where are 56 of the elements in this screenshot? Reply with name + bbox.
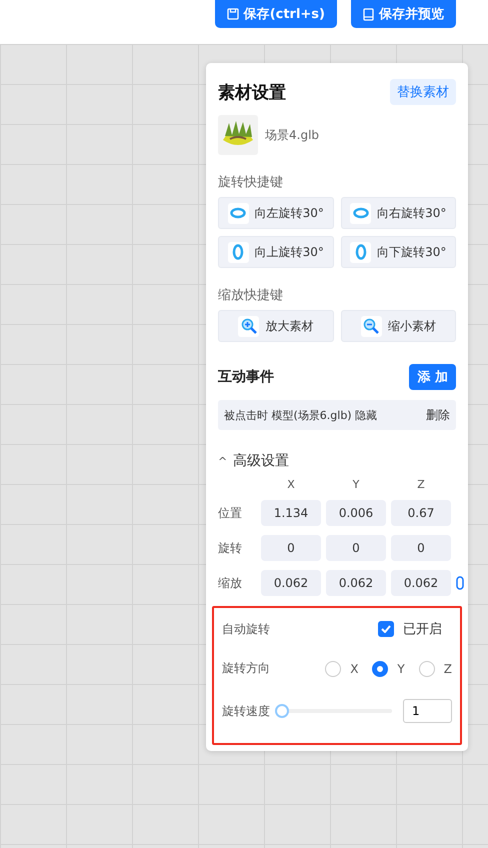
speed-field[interactable]: 1 (403, 699, 452, 723)
value-field[interactable]: 0 (391, 535, 451, 561)
asset-name: 场景4.glb (265, 126, 320, 144)
toolbar-button[interactable]: 保存并预览 (351, 0, 456, 28)
value-field[interactable]: 0.062 (391, 570, 451, 596)
auto-rotate-checkbox[interactable]: 已开启 (378, 620, 442, 638)
value-field[interactable]: 0 (261, 535, 321, 561)
model-thumbnail (218, 115, 258, 155)
replace-button[interactable]: 替换素材 (390, 79, 456, 105)
rotate-button[interactable]: 向上旋转30° (218, 236, 334, 268)
event-text: 被点击时 模型(场景6.glb) 隐藏 (224, 408, 378, 422)
radio-option[interactable]: Z (418, 660, 452, 676)
value-field[interactable]: 0.006 (326, 500, 386, 526)
value-field[interactable]: 0.062 (326, 570, 386, 596)
rotate-icon (230, 205, 246, 221)
zoom-button[interactable]: 放大素材 (218, 310, 334, 342)
setting-label: 自动旋转 (222, 620, 270, 638)
section-title: 互动事件 (218, 368, 274, 386)
add-button[interactable]: 添 加 (409, 364, 456, 390)
rotate-button[interactable]: 向下旋转30° (340, 236, 456, 268)
rotate-icon (352, 205, 369, 221)
column-header: Z (416, 478, 426, 491)
row-label: 缩放 (218, 574, 243, 592)
checkbox[interactable] (378, 621, 394, 637)
row-label: 旋转 (218, 540, 243, 556)
zoom-in-icon (240, 318, 257, 334)
radio-button[interactable] (325, 660, 342, 676)
zoom-out-icon (363, 318, 380, 334)
row-label: 位置 (218, 504, 243, 522)
slider-thumb[interactable] (275, 704, 289, 718)
rotate-button[interactable]: 向右旋转30° (340, 197, 456, 229)
value-field[interactable]: 0.67 (391, 500, 451, 526)
rotate-button[interactable]: 向左旋转30° (218, 197, 334, 229)
setting-label: 旋转方向 (222, 660, 270, 677)
zoom-button[interactable]: 缩小素材 (340, 310, 456, 342)
radio-button[interactable] (418, 660, 435, 676)
toolbar-button[interactable]: 保存(ctrl+s) (214, 0, 337, 28)
panel-title: 素材设置 (218, 82, 286, 104)
radio-button[interactable] (372, 660, 388, 676)
phone-icon (363, 8, 374, 20)
section-title: 高级设置 (233, 452, 290, 470)
section-label: 缩放快捷键 (218, 287, 284, 304)
radio-option[interactable]: X (325, 660, 358, 676)
radio-option[interactable]: Y (372, 660, 405, 676)
save-icon (226, 8, 239, 20)
link-icon[interactable] (456, 576, 464, 590)
collapse-toggle[interactable]: ^ (218, 454, 228, 468)
value-field[interactable]: 0.062 (261, 570, 321, 596)
column-header: Y (352, 478, 360, 491)
setting-label: 旋转速度 (222, 702, 270, 720)
column-header: X (286, 478, 296, 491)
value-field[interactable]: 1.134 (261, 500, 321, 526)
check-icon (381, 625, 391, 633)
value-field[interactable]: 0 (326, 535, 386, 561)
delete-button[interactable]: 删除 (426, 406, 450, 424)
section-label: 旋转快捷键 (218, 174, 284, 191)
